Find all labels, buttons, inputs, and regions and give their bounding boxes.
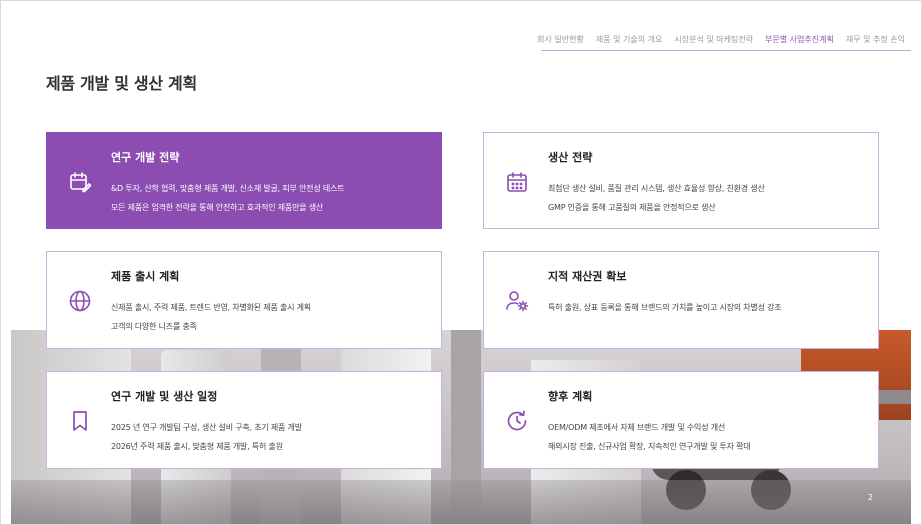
- card-rnd-strategy: 연구 개발 전략 &D 투자, 산학 협력, 맞춤형 제품 개발, 신소재 발굴…: [46, 132, 442, 229]
- card-future-plan: 향후 계획 OEM/ODM 제조에서 자체 브랜드 개발 및 수익성 개선 해외…: [483, 371, 879, 469]
- card-text: OEM/ODM 제조에서 자체 브랜드 개발 및 수익성 개선: [548, 423, 726, 432]
- card-text: 신제품 출시, 주력 제품, 트렌드 반영, 차별화된 제품 출시 계획: [111, 303, 311, 312]
- card-title: 지적 재산권 확보: [548, 270, 627, 283]
- nav-underline: [541, 50, 911, 51]
- card-title: 생산 전략: [548, 151, 593, 164]
- section-nav: 회사 일반현황 제품 및 기술의 개요 시장분석 및 마케팅전략 부문별 사업추…: [537, 34, 905, 45]
- calendar-edit-icon: [67, 169, 93, 195]
- nav-item-company[interactable]: 회사 일반현황: [537, 34, 584, 45]
- card-production-strategy: 생산 전략 최첨단 생산 설비, 품질 관리 시스템, 생산 효율성 향상, 친…: [483, 132, 879, 229]
- card-text: 모든 제품은 엄격한 전략을 통해 안전하고 효과적인 제품만을 생산: [111, 203, 324, 212]
- card-title: 연구 개발 전략: [111, 151, 180, 164]
- card-product-launch: 제품 출시 계획 신제품 출시, 주력 제품, 트렌드 반영, 차별화된 제품 …: [46, 251, 442, 349]
- nav-item-market[interactable]: 시장분석 및 마케팅전략: [674, 34, 753, 45]
- card-title: 연구 개발 및 생산 일정: [111, 390, 218, 403]
- card-text: 2026년 주력 제품 출시, 맞춤형 제품 개발, 특허 출원: [111, 442, 283, 451]
- user-gear-icon: [504, 288, 530, 314]
- globe-icon: [67, 288, 93, 314]
- card-text: 해외시장 진출, 신규사업 확장, 지속적인 연구개발 및 투자 확대: [548, 442, 751, 451]
- card-text: 고객의 다양한 니즈를 충족: [111, 322, 197, 331]
- page-number: 2: [867, 493, 873, 502]
- card-text: &D 투자, 산학 협력, 맞춤형 제품 개발, 신소재 발굴, 피부 안전성 …: [111, 184, 345, 193]
- nav-item-product[interactable]: 제품 및 기술의 개요: [596, 34, 663, 45]
- slide-frame: 회사 일반현황 제품 및 기술의 개요 시장분석 및 마케팅전략 부문별 사업추…: [0, 0, 922, 525]
- page-title: 제품 개발 및 생산 계획: [46, 74, 197, 93]
- card-text: GMP 인증을 통해 고품질의 제품을 안정적으로 생산: [548, 203, 716, 212]
- card-text: 최첨단 생산 설비, 품질 관리 시스템, 생산 효율성 향상, 친환경 생산: [548, 184, 765, 193]
- card-text: 2025 년 연구 개발팀 구성, 생산 설비 구축, 초기 제품 개발: [111, 423, 302, 432]
- card-rnd-schedule: 연구 개발 및 생산 일정 2025 년 연구 개발팀 구성, 생산 설비 구축…: [46, 371, 442, 469]
- clock-refresh-icon: [504, 408, 530, 434]
- card-intellectual-property: 지적 재산권 확보 특허 출원, 상표 등록을 통해 브랜드의 가치를 높이고 …: [483, 251, 879, 349]
- bookmark-icon: [67, 408, 93, 434]
- nav-item-finance[interactable]: 재무 및 추정 손익: [846, 34, 905, 45]
- card-title: 향후 계획: [548, 390, 593, 403]
- card-text: 특허 출원, 상표 등록을 통해 브랜드의 가치를 높이고 시장의 차별성 강조: [548, 303, 782, 312]
- nav-item-business-plan[interactable]: 부문별 사업추진계획: [765, 34, 834, 45]
- card-title: 제품 출시 계획: [111, 270, 180, 283]
- calendar-grid-icon: [504, 169, 530, 195]
